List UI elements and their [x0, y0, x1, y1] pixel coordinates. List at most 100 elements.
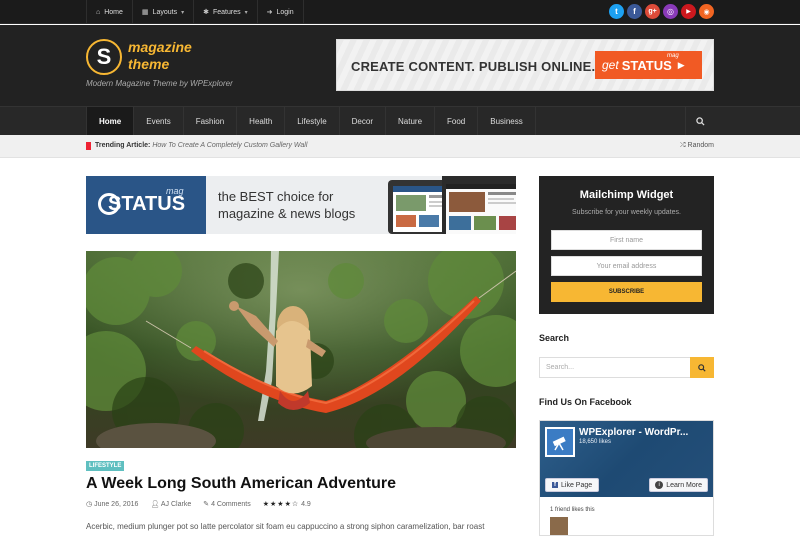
- logo-line-1: magazine: [128, 39, 192, 55]
- search-placeholder: Search...: [546, 364, 575, 371]
- banner-cta-button[interactable]: get STATUS mag ▶: [595, 51, 702, 79]
- instagram-icon[interactable]: ◎: [663, 4, 678, 19]
- clock-icon: ◷: [86, 501, 93, 508]
- telescope-icon: [552, 436, 566, 451]
- facebook-like-button[interactable]: f Like Page: [545, 478, 600, 492]
- nav-item-nature[interactable]: Nature: [386, 107, 436, 136]
- trending-bar: Trending Article: How To Create A Comple…: [0, 135, 800, 158]
- nav-item-home[interactable]: Home: [86, 107, 135, 136]
- search-widget-title: Search: [539, 333, 570, 343]
- subscribe-button[interactable]: SUBSCRIBE: [551, 282, 702, 302]
- post-author[interactable]: 👤︎ AJ Clarke: [150, 500, 191, 508]
- youtube-icon[interactable]: ▶: [681, 4, 696, 19]
- info-icon: i: [655, 481, 664, 489]
- top-nav-layouts[interactable]: ▦ Layouts ▾: [133, 0, 195, 24]
- shuffle-icon: ⤮: [679, 142, 686, 149]
- bookmark-icon: [86, 142, 91, 150]
- header-banner-ad[interactable]: CREATE CONTENT. PUBLISH ONLINE. get STAT…: [336, 39, 714, 91]
- logo-text[interactable]: magazine theme: [128, 39, 192, 73]
- facebook-icon: f: [552, 482, 558, 488]
- mailchimp-subtitle: Subscribe for your weekly updates.: [572, 209, 681, 216]
- login-icon: ➜: [266, 9, 273, 16]
- nav-item-business[interactable]: Business: [478, 107, 536, 136]
- post-rating: ★★★★☆ 4.9: [263, 500, 311, 508]
- post-title[interactable]: A Week Long South American Adventure: [86, 475, 396, 493]
- top-nav-label: Layouts: [152, 8, 178, 16]
- post-date-text: June 26, 2016: [94, 501, 139, 508]
- post-meta: ◷ June 26, 2016 👤︎ AJ Clarke ✎ 4 Comment…: [86, 500, 311, 508]
- post-author-text: AJ Clarke: [160, 501, 192, 508]
- ad-device-laptop: [442, 176, 516, 234]
- first-name-field[interactable]: First name: [551, 230, 702, 250]
- nav-item-fashion[interactable]: Fashion: [184, 107, 238, 136]
- top-nav-label: Home: [104, 8, 123, 16]
- search-icon: [698, 363, 706, 372]
- facebook-page-name[interactable]: WPExplorer - WordPr...: [579, 427, 688, 438]
- logo-line-2: theme: [128, 56, 170, 72]
- site-header: S magazine theme Modern Magazine Theme b…: [0, 25, 800, 106]
- search-icon: [695, 117, 705, 126]
- nav-item-health[interactable]: Health: [237, 107, 286, 136]
- email-field[interactable]: Your email address: [551, 256, 702, 276]
- chevron-down-icon: ▾: [181, 9, 185, 16]
- facebook-page-plugin: WPExplorer - WordPr... 18,650 likes f Li…: [539, 420, 714, 536]
- like-button-label: Like Page: [561, 481, 593, 489]
- post-excerpt: Acerbic, medium plunger pot so latte per…: [86, 522, 485, 531]
- ad-tagline: the BEST choice for magazine & news blog…: [218, 188, 355, 222]
- learn-more-label: Learn More: [666, 481, 702, 489]
- random-article-button[interactable]: ⤮ Random: [680, 142, 714, 150]
- top-nav-label: Login: [276, 8, 294, 16]
- arrow-right-icon: ▶: [677, 59, 685, 70]
- hammock-photo: [86, 251, 516, 448]
- top-nav-home[interactable]: ⌂ Home: [87, 0, 133, 24]
- comment-icon: ✎: [203, 501, 210, 508]
- top-nav: ⌂ Home ▦ Layouts ▾ ✱ Features ▾ ➜ Login: [86, 0, 304, 24]
- facebook-learn-more-button[interactable]: i Learn More: [649, 478, 708, 492]
- ad-tagline-line-2: magazine & news blogs: [218, 206, 356, 221]
- layouts-icon: ▦: [141, 9, 149, 16]
- sidebar-search-button[interactable]: [690, 357, 714, 378]
- ad-device-screen-2: [446, 184, 516, 230]
- facebook-page-avatar[interactable]: [545, 427, 575, 457]
- user-icon: 👤︎: [150, 501, 160, 508]
- nav-item-lifestyle[interactable]: Lifestyle: [285, 107, 340, 136]
- trending-article-link[interactable]: How To Create A Completely Custom Galler…: [152, 142, 307, 149]
- main-nav: Home Events Fashion Health Lifestyle Dec…: [0, 106, 800, 136]
- banner-cta-get: get: [602, 58, 619, 72]
- facebook-icon[interactable]: f: [627, 4, 642, 19]
- nav-search-button[interactable]: [685, 107, 714, 136]
- site-tagline: Modern Magazine Theme by WPExplorer: [86, 79, 233, 88]
- sidebar-search-input[interactable]: Search...: [539, 357, 714, 378]
- mailchimp-widget: Mailchimp Widget Subscribe for your week…: [539, 176, 714, 314]
- ad-brand-mag: mag: [166, 186, 184, 196]
- logo-mark[interactable]: S: [86, 39, 122, 75]
- friend-avatar[interactable]: [550, 517, 568, 535]
- banner-cta-status: STATUS: [621, 57, 672, 73]
- post-comments-text: 4 Comments: [211, 501, 251, 508]
- banner-headline: CREATE CONTENT. PUBLISH ONLINE.: [351, 59, 596, 74]
- gear-icon: ✱: [203, 9, 209, 16]
- mailchimp-title: Mailchimp Widget: [579, 189, 674, 201]
- top-nav-login[interactable]: ➜ Login: [258, 0, 304, 24]
- top-nav-features[interactable]: ✱ Features ▾: [194, 0, 258, 24]
- chevron-down-icon: ▾: [244, 9, 248, 16]
- home-icon: ⌂: [96, 8, 101, 16]
- trending-label: Trending Article:: [95, 142, 151, 149]
- googleplus-icon[interactable]: g+: [645, 4, 660, 19]
- rss-icon[interactable]: ◉: [699, 4, 714, 19]
- top-bar: ⌂ Home ▦ Layouts ▾ ✱ Features ▾ ➜ Login …: [0, 0, 800, 24]
- nav-item-food[interactable]: Food: [435, 107, 479, 136]
- facebook-widget-title: Find Us On Facebook: [539, 397, 632, 407]
- star-rating-icon: ★★★★☆: [262, 501, 300, 508]
- ad-tagline-line-1: the BEST choice for: [218, 189, 334, 204]
- category-badge[interactable]: LIFESTYLE: [86, 461, 125, 471]
- ad-brand-name: STATUS: [108, 193, 186, 215]
- content-banner-ad[interactable]: STATUS mag the BEST choice for magazine …: [86, 176, 516, 234]
- post-comments[interactable]: ✎ 4 Comments: [203, 500, 251, 508]
- twitter-icon[interactable]: t: [609, 4, 624, 19]
- nav-item-events[interactable]: Events: [134, 107, 184, 136]
- featured-image[interactable]: [86, 251, 516, 448]
- nav-item-decor[interactable]: Decor: [340, 107, 386, 136]
- post-rating-value: 4.9: [301, 501, 311, 508]
- top-nav-label: Features: [212, 8, 241, 16]
